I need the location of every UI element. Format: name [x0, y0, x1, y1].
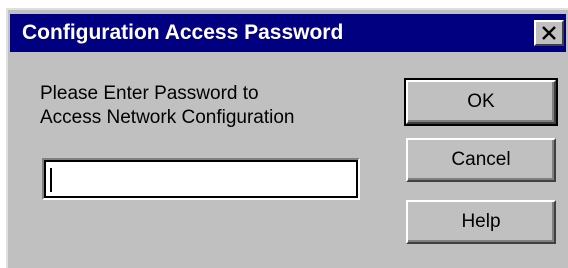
window-title: Configuration Access Password: [22, 21, 344, 44]
cancel-button[interactable]: Cancel: [406, 138, 556, 182]
close-icon: [542, 26, 556, 40]
text-caret: [50, 168, 52, 192]
ok-button[interactable]: OK: [404, 78, 558, 126]
title-bar[interactable]: Configuration Access Password: [10, 14, 566, 52]
prompt-line-2: Access Network Configuration: [40, 107, 295, 128]
help-button[interactable]: Help: [406, 200, 556, 244]
prompt-line-1: Please Enter Password to: [40, 83, 259, 104]
prompt-text: Please Enter Password to Access Network …: [40, 82, 370, 130]
password-dialog: Configuration Access Password Please Ent…: [6, 8, 568, 268]
close-button[interactable]: [534, 20, 564, 46]
password-input[interactable]: [42, 158, 360, 200]
